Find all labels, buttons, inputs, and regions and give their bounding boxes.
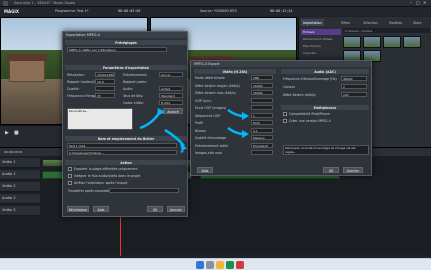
arrow-head [157, 108, 165, 116]
arrow-to-folder [164, 128, 185, 147]
start-icon[interactable] [196, 261, 204, 269]
annotation-arrows [139, 108, 249, 151]
folder-icon[interactable] [216, 261, 224, 269]
app-icon[interactable] [236, 261, 244, 269]
arrow-to-quality [227, 126, 245, 136]
arrow-to-advanced [139, 111, 162, 130]
arrow-head [242, 130, 249, 138]
search-icon[interactable] [206, 261, 214, 269]
arrow-to-profile [227, 108, 245, 118]
browser-icon[interactable] [226, 261, 234, 269]
arrow-head [242, 112, 249, 120]
taskbar [0, 258, 431, 270]
